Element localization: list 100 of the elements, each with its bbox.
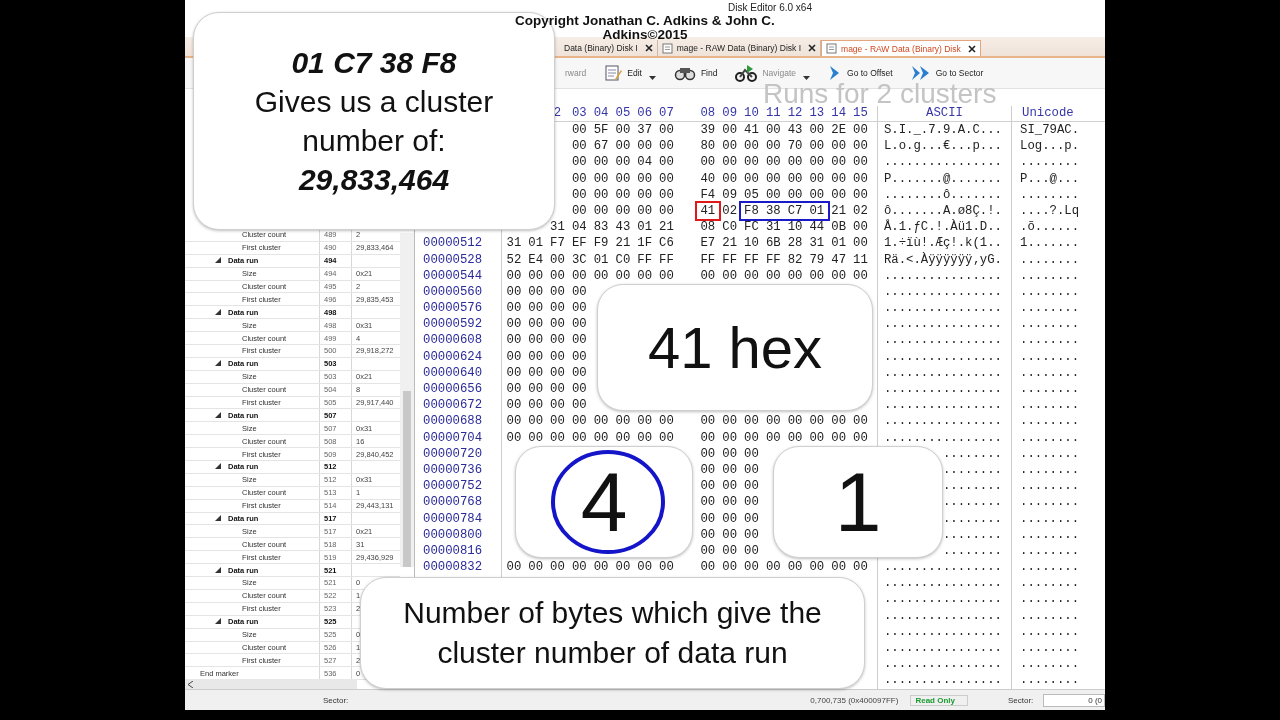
- hex-byte: 31: [506, 236, 522, 251]
- toolbar-button[interactable]: Go to Offset: [826, 62, 895, 84]
- hex-byte: 00: [765, 560, 781, 575]
- close-icon: [967, 44, 976, 53]
- offset-label: 00000832: [423, 560, 483, 575]
- hex-byte: 41: [744, 123, 759, 137]
- scrollbar[interactable]: [185, 679, 357, 689]
- scrollbar[interactable]: [400, 233, 414, 567]
- hex-byte: 00: [571, 123, 587, 137]
- hex-byte: 00: [722, 123, 738, 137]
- unicode-text: ........: [1020, 608, 1080, 623]
- hex-byte: 00: [615, 203, 631, 218]
- ascii-text: P.......@.......: [883, 171, 1002, 186]
- ascii-text: ................: [883, 365, 1002, 380]
- hex-byte: 00: [637, 139, 653, 154]
- hex-byte: 00: [809, 171, 825, 186]
- hex-byte: 00: [571, 203, 587, 218]
- hex-byte: 00: [593, 203, 609, 218]
- expanded-icon[interactable]: [215, 411, 222, 419]
- hex-byte: 82: [787, 252, 803, 267]
- hex-byte: 21: [831, 203, 847, 218]
- toolbar-button[interactable]: Go to Sector: [908, 62, 986, 84]
- ascii-text: ................: [883, 382, 1002, 396]
- expanded-icon[interactable]: [215, 257, 222, 265]
- hex-byte: C6: [659, 236, 674, 251]
- toolbar-button[interactable]: Find: [671, 63, 720, 83]
- hex-byte: E7: [700, 236, 716, 251]
- expanded-icon[interactable]: [215, 566, 222, 574]
- status-label: Sector:: [323, 695, 349, 705]
- offset-label: 00000560: [423, 284, 483, 299]
- hex-byte: 00: [550, 398, 565, 413]
- unicode-text: ........: [1020, 382, 1080, 396]
- column-heading: Unicode: [1022, 106, 1074, 120]
- hex-byte: 00: [744, 139, 759, 154]
- hex-byte: 00: [744, 495, 759, 510]
- hex-byte: F9: [593, 236, 609, 251]
- unicode-text: ........: [1020, 187, 1080, 202]
- hex-byte: 11: [853, 252, 868, 267]
- unicode-text: ........: [1020, 268, 1080, 283]
- expanded-icon[interactable]: [215, 618, 222, 626]
- hex-byte: 43: [615, 220, 631, 235]
- hex-byte: 00: [506, 284, 522, 299]
- hex-byte: 00: [550, 560, 565, 575]
- offset-label: 00000544: [423, 268, 483, 283]
- hex-byte: 00: [528, 560, 544, 575]
- offset-label: 00000672: [423, 398, 483, 413]
- hex-byte: 00: [831, 268, 847, 283]
- callout-text: 01 C7 38 F8: [291, 45, 457, 81]
- hex-byte: 37: [637, 123, 653, 137]
- hex-byte: 00: [528, 398, 544, 413]
- hex-byte: 00: [831, 414, 847, 429]
- hex-byte: 00: [659, 171, 674, 186]
- hex-byte: 00: [571, 365, 587, 380]
- hex-byte: 00: [593, 171, 609, 186]
- hex-byte: 00: [506, 301, 522, 316]
- ascii-text: ........: [942, 543, 1002, 558]
- document-tab[interactable]: mage - RAW Data (Binary) Disk: [821, 40, 981, 56]
- hex-byte: 00: [550, 301, 565, 316]
- hex-byte: 00: [571, 317, 587, 332]
- unicode-text: ........: [1020, 462, 1080, 477]
- offset-label: 00000752: [423, 479, 483, 494]
- unicode-text: ........: [1020, 349, 1080, 364]
- hex-byte: 39: [700, 123, 716, 137]
- unicode-text: ........: [1020, 446, 1080, 461]
- hex-byte: 01: [809, 203, 825, 218]
- offset-label: 00000688: [423, 414, 483, 429]
- hex-byte: 00: [506, 268, 522, 283]
- hex-byte: 00: [787, 155, 803, 170]
- document-tab[interactable]: mage - RAW Data (Binary) Disk I: [657, 40, 822, 56]
- hex-byte: 00: [722, 560, 738, 575]
- hex-byte: 28: [787, 236, 803, 251]
- unicode-text: .õ......: [1020, 220, 1080, 235]
- hex-byte: 00: [722, 171, 738, 186]
- hex-byte: 00: [550, 349, 565, 364]
- unicode-text: ....?.Lq: [1020, 203, 1080, 218]
- toolbar-button[interactable]: Edit: [602, 62, 658, 84]
- hex-byte: 00: [659, 139, 674, 154]
- hex-byte: 00: [637, 430, 653, 445]
- expanded-icon[interactable]: [215, 360, 222, 368]
- sector-field[interactable]: 0 (0: [1043, 693, 1105, 707]
- hex-byte: 00: [722, 155, 738, 170]
- offset-label: 00000800: [423, 527, 483, 542]
- hex-byte: FF: [700, 252, 716, 267]
- hex-byte: 00: [765, 430, 781, 445]
- hex-byte: 00: [722, 543, 738, 558]
- status-text: Read Only: [910, 694, 968, 706]
- document-tab[interactable]: Data (Binary) Disk I: [560, 40, 658, 56]
- hex-byte: 00: [744, 155, 759, 170]
- scroll-thumb[interactable]: [403, 391, 411, 567]
- hex-byte: 00: [637, 203, 653, 218]
- hex-byte: 00: [831, 155, 847, 170]
- ascii-text: ........: [942, 479, 1002, 494]
- expanded-icon[interactable]: [215, 308, 222, 316]
- hex-byte: 00: [593, 560, 609, 575]
- expanded-icon[interactable]: [215, 515, 222, 523]
- hex-byte: 00: [853, 430, 868, 445]
- hex-byte: FF: [722, 252, 738, 267]
- expanded-icon[interactable]: [215, 463, 222, 471]
- hex-byte: EF: [571, 236, 587, 251]
- hex-byte: 5F: [593, 123, 609, 137]
